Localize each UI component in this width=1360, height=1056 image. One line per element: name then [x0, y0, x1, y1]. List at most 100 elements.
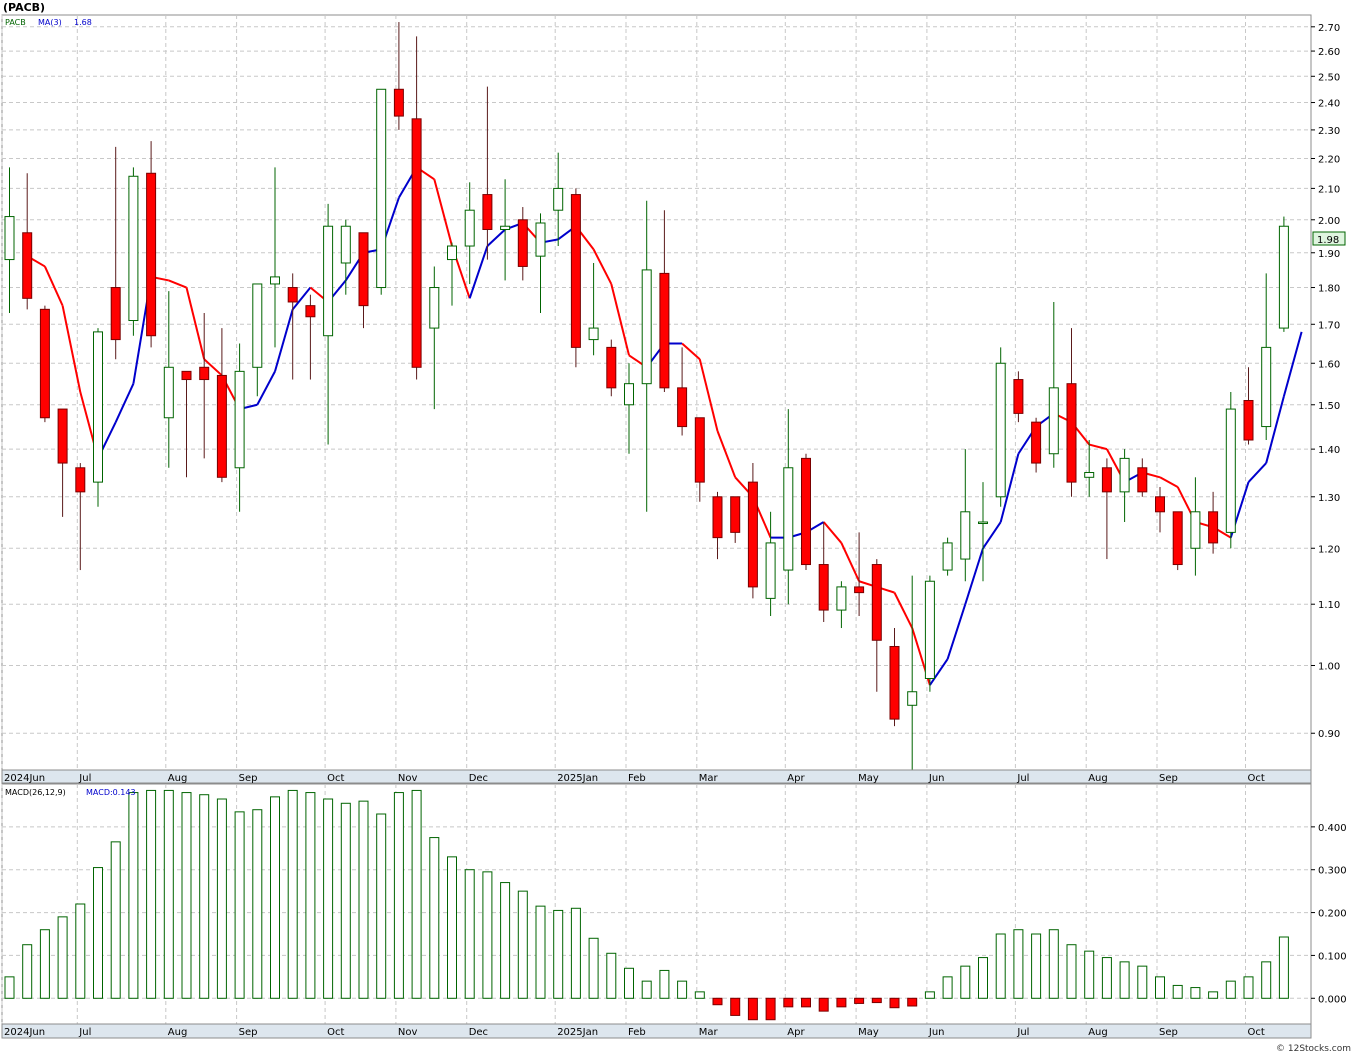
candle	[924, 575, 935, 692]
price-tick-label: 1.80	[1318, 284, 1340, 295]
macd-bar	[836, 997, 847, 1008]
macd-bar	[429, 837, 440, 999]
macd-x-tick-label: Jul	[1016, 1027, 1029, 1038]
candle-body	[783, 467, 794, 571]
watermark: © 12Stocks.com	[1276, 1044, 1351, 1054]
price-x-axis-band	[1, 769, 1312, 784]
candle-body	[960, 511, 971, 560]
macd-bar	[1066, 944, 1077, 999]
price-tick-label: 0.90	[1318, 729, 1340, 740]
candle-body	[517, 219, 528, 267]
macd-bar	[747, 997, 758, 1021]
macd-x-axis-band	[1, 1023, 1312, 1039]
macd-bar	[305, 792, 316, 999]
price-tick-label: 2.30	[1318, 126, 1340, 137]
macd-tick-label: 0.400	[1318, 823, 1347, 834]
candle-body	[1208, 511, 1219, 544]
price-x-tick-label: Jul	[78, 773, 91, 784]
macd-bar	[411, 789, 422, 999]
price-x-tick-label: Aug	[168, 773, 188, 784]
candle-body	[4, 216, 15, 261]
candle-body	[1031, 421, 1042, 464]
macd-bar	[270, 796, 280, 999]
chart-canvas: 2.70 2.60 2.50 2.40 2.30 2.20 2.10 2.00 1.90 1.80…	[1, 1, 1351, 1054]
candle-body	[340, 225, 351, 264]
macd-bar	[1208, 991, 1219, 999]
candle-body	[1101, 467, 1112, 493]
price-x-tick-label: Mar	[699, 773, 719, 784]
macd-bar	[765, 997, 776, 1021]
macd-bar	[606, 952, 617, 999]
macd-tick-label: 0.200	[1318, 909, 1347, 920]
candle-body	[641, 269, 652, 385]
macd-bar	[517, 890, 528, 999]
candle-body	[1155, 496, 1165, 513]
price-x-tick-label: Jun	[928, 773, 945, 784]
macd-bar	[801, 997, 811, 1008]
candle-body	[818, 564, 829, 611]
macd-x-tick-label: Oct	[1248, 1027, 1265, 1038]
price-tick-label: 2.40	[1318, 99, 1340, 110]
macd-bar	[553, 909, 564, 999]
price-x-tick-label: Aug	[1088, 773, 1108, 784]
candle	[39, 305, 50, 423]
macd-bar	[712, 997, 723, 1006]
candle-body	[1243, 399, 1254, 441]
macd-x-tick-label: May	[858, 1027, 879, 1038]
macd-bar	[146, 789, 157, 999]
candle-body	[765, 542, 776, 599]
macd-bar	[730, 997, 741, 1016]
macd-bar	[1172, 984, 1183, 999]
price-tick-label: 2.60	[1318, 47, 1340, 58]
macd-x-tick-label: 2024Jun	[4, 1027, 45, 1038]
macd-bar	[871, 997, 882, 1004]
macd-bar	[889, 997, 900, 1009]
price-x-tick-label: Jul	[1016, 773, 1029, 784]
macd-bar	[287, 789, 298, 999]
macd-tick-label: 0.000	[1318, 994, 1347, 1005]
macd-legend-value: MACD:0.143	[86, 788, 136, 797]
macd-bar	[694, 991, 705, 999]
macd-bar	[234, 811, 245, 999]
candle	[1225, 392, 1236, 549]
macd-bar	[500, 882, 511, 999]
candle-body	[1066, 383, 1077, 483]
candle	[606, 339, 617, 397]
macd-x-tick-label: Sep	[1159, 1027, 1178, 1038]
macd-x-tick-label: Feb	[628, 1027, 646, 1038]
price-x-tick-label: Dec	[469, 773, 488, 784]
candle-body	[570, 194, 581, 348]
candle-body	[1119, 457, 1130, 493]
candle-body	[1137, 467, 1148, 493]
candle	[93, 328, 103, 507]
macd-x-tick-label: Aug	[168, 1027, 188, 1038]
macd-bar	[75, 903, 86, 999]
legend-ma-value: 1.68	[74, 18, 92, 27]
candle	[376, 88, 387, 295]
macd-bar	[376, 813, 387, 999]
macd-bar	[181, 792, 192, 999]
candle	[1278, 216, 1289, 332]
macd-bar	[1243, 976, 1254, 999]
price-tick-label: 1.20	[1318, 544, 1340, 555]
macd-x-tick-label: Jul	[78, 1027, 91, 1038]
price-tick-label: 1.90	[1318, 249, 1340, 260]
candle-body	[712, 496, 723, 539]
candle-body	[199, 366, 210, 381]
macd-tick-label: 0.100	[1318, 951, 1347, 962]
macd-bar	[995, 933, 1006, 999]
price-x-tick-label: 2025Jan	[557, 773, 598, 784]
candle-body	[376, 88, 387, 289]
candle-body	[482, 194, 493, 230]
last-price-label: 1.98	[1317, 235, 1339, 246]
macd-bar	[216, 798, 227, 999]
candle-body	[287, 287, 298, 303]
macd-tick-label: 0.300	[1318, 866, 1347, 877]
candle-body	[942, 542, 953, 571]
macd-bar	[641, 980, 652, 999]
candle-body	[270, 276, 280, 285]
macd-x-tick-label: Dec	[469, 1027, 488, 1038]
price-x-tick-label: Oct	[327, 773, 344, 784]
macd-bar	[1013, 929, 1024, 999]
candle-body	[358, 232, 369, 307]
